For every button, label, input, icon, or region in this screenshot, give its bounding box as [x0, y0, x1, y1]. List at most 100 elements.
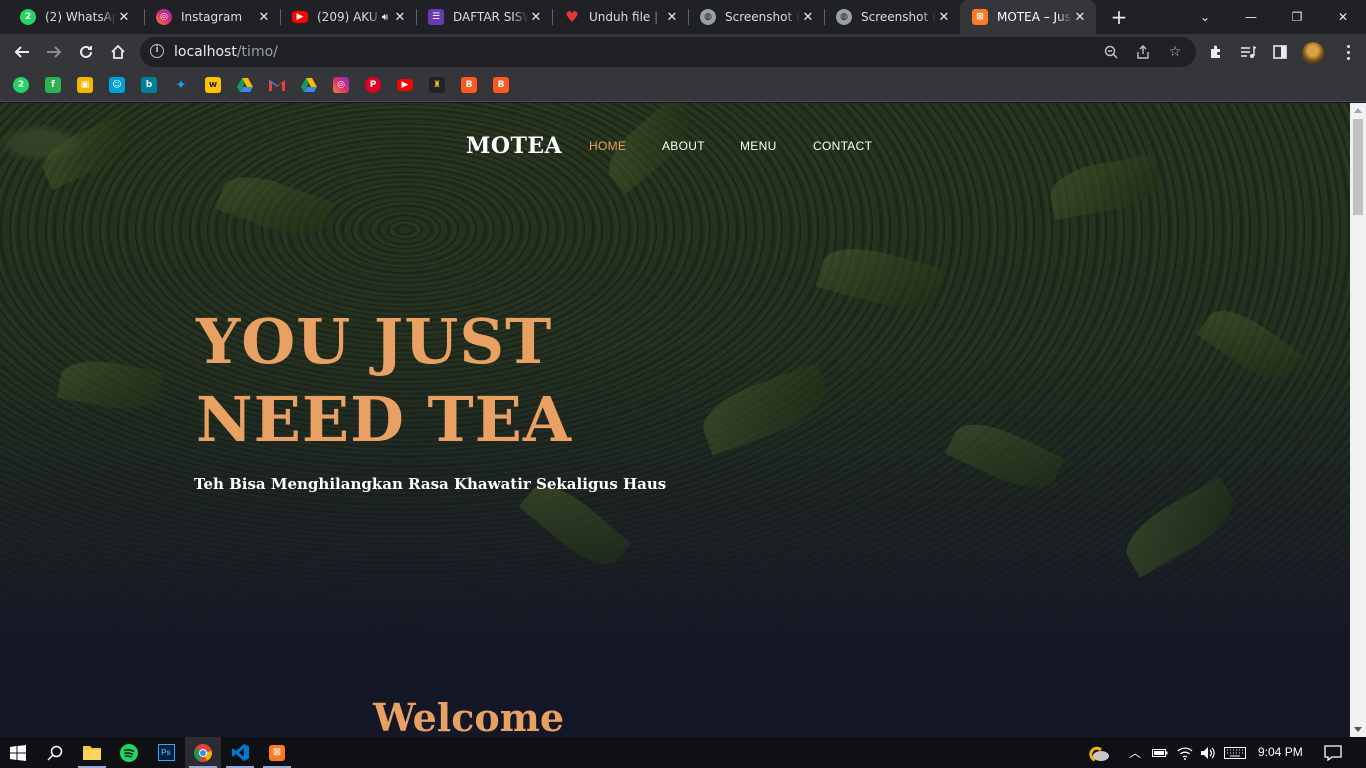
tab-screenshot-1[interactable]: ◍ Screenshot (4 ✕ — [688, 0, 824, 34]
keyboard-icon[interactable] — [1222, 737, 1248, 768]
browser-toolbar: i localhost/timo/ ☆ — [0, 34, 1366, 70]
media-control-icon[interactable] — [1238, 42, 1258, 62]
chrome-icon[interactable] — [185, 737, 221, 768]
bookmarks-bar: 2 f ▣ ☺ b ✦ w ◎ P ▶ ♜ B B — [0, 70, 1366, 102]
spotify-icon[interactable] — [111, 737, 147, 768]
bookmark-app-icon[interactable]: ♜ — [429, 77, 445, 93]
drive-icon[interactable] — [301, 77, 317, 93]
home-button[interactable] — [104, 38, 132, 66]
nav-contact[interactable]: CONTACT — [813, 139, 872, 153]
globe-icon: ◍ — [700, 9, 716, 25]
xampp-icon[interactable]: ⊠ — [259, 737, 295, 768]
reload-button[interactable] — [72, 38, 100, 66]
minimize-button[interactable]: — — [1228, 0, 1274, 34]
welcome-heading: Welcome — [373, 695, 565, 737]
tab-daftar-siswa[interactable]: ☰ DAFTAR SISW ✕ — [416, 0, 552, 34]
system-clock[interactable]: 9:04 PM — [1258, 745, 1303, 759]
site-logo[interactable]: MOTEA — [466, 133, 562, 159]
nav-home[interactable]: HOME — [589, 139, 626, 153]
youtube-icon[interactable]: ▶ — [397, 79, 413, 91]
tab-title: (209) AKU — [317, 10, 378, 24]
menu-icon[interactable] — [1338, 42, 1358, 62]
tab-strip: 2 (2) WhatsApp ✕ ◎ Instagram ✕ ▶ (209) A… — [0, 0, 1366, 34]
url-host: localhost — [174, 44, 237, 60]
hero-title-line-2: NEED TEA — [196, 383, 573, 456]
instagram-icon: ◎ — [156, 9, 172, 25]
tab-youtube[interactable]: ▶ (209) AKU 🔊︎ ✕ — [280, 0, 416, 34]
page-scrollbar[interactable] — [1350, 103, 1366, 737]
classroom-icon[interactable]: ▣ — [77, 77, 93, 93]
extensions-icon[interactable] — [1206, 42, 1226, 62]
nav-about[interactable]: ABOUT — [662, 139, 705, 153]
weather-icon[interactable] — [1086, 737, 1112, 768]
start-icon[interactable] — [0, 737, 36, 768]
tab-title: Screenshot (4 — [861, 10, 936, 24]
nav-menu[interactable]: MENU — [740, 139, 777, 153]
close-tab-icon[interactable]: ✕ — [800, 9, 816, 25]
close-tab-icon[interactable]: ✕ — [664, 9, 680, 25]
bookmark-star-icon[interactable]: ☆ — [1166, 43, 1184, 61]
scroll-up-arrow-icon[interactable] — [1354, 108, 1362, 113]
youtube-icon: ▶ — [292, 11, 308, 23]
address-bar[interactable]: i localhost/timo/ ☆ — [140, 37, 1196, 67]
wattpad-icon[interactable]: w — [205, 77, 221, 93]
tab-title: DAFTAR SISW — [453, 10, 528, 24]
forward-button[interactable] — [40, 38, 68, 66]
back-button[interactable] — [8, 38, 36, 66]
close-tab-icon[interactable]: ✕ — [528, 9, 544, 25]
tab-instagram[interactable]: ◎ Instagram ✕ — [144, 0, 280, 34]
instagram-icon[interactable]: ◎ — [333, 77, 349, 93]
xampp-icon: ⊠ — [972, 9, 988, 25]
tab-title: MOTEA – Just — [997, 10, 1072, 24]
close-tab-icon[interactable]: ✕ — [116, 9, 132, 25]
whatsapp-icon[interactable]: 2 — [13, 77, 29, 93]
close-tab-icon[interactable]: ✕ — [392, 9, 408, 25]
tab-title: Instagram — [181, 10, 243, 24]
file-explorer-icon[interactable] — [74, 737, 110, 768]
close-tab-icon[interactable]: ✕ — [256, 9, 272, 25]
volume-icon[interactable] — [1198, 737, 1218, 768]
windows-taskbar: Ps ⊠ ︿ 9:04 PM — [0, 737, 1366, 768]
tab-motea[interactable]: ⊠ MOTEA – Just ✕ — [960, 0, 1096, 34]
share-icon[interactable] — [1134, 43, 1152, 61]
gmail-icon[interactable] — [269, 77, 285, 93]
photoshop-icon[interactable]: Ps — [148, 737, 184, 768]
side-panel-icon[interactable] — [1270, 42, 1290, 62]
profile-avatar[interactable] — [1302, 42, 1324, 64]
tab-unduh-file[interactable]: ♥ Unduh file | il ✕ — [552, 0, 688, 34]
scroll-down-arrow-icon[interactable] — [1354, 727, 1362, 732]
restore-button[interactable]: ❐ — [1274, 0, 1320, 34]
search-icon[interactable] — [37, 737, 73, 768]
bilibili-icon[interactable]: ☺ — [109, 77, 125, 93]
site-info-icon[interactable]: i — [150, 44, 164, 58]
vscode-icon[interactable] — [222, 737, 258, 768]
tab-search-icon[interactable]: ⌄ — [1182, 0, 1228, 34]
blogger-icon[interactable]: B — [461, 77, 477, 93]
pinterest-icon[interactable]: P — [365, 77, 381, 93]
close-window-button[interactable]: ✕ — [1320, 0, 1366, 34]
tab-whatsapp[interactable]: 2 (2) WhatsApp ✕ — [8, 0, 140, 34]
close-tab-icon[interactable]: ✕ — [1072, 9, 1088, 25]
heart-icon: ♥ — [565, 8, 579, 26]
battery-icon[interactable] — [1150, 737, 1170, 768]
notifications-icon[interactable] — [1320, 737, 1346, 768]
feedly-icon[interactable]: f — [45, 77, 61, 93]
speaker-icon[interactable]: 🔊︎ — [382, 12, 388, 23]
globe-icon: ◍ — [836, 9, 852, 25]
blogger-icon[interactable]: B — [493, 77, 509, 93]
drive-icon[interactable] — [237, 77, 253, 93]
page-viewport: MOTEA HOME ABOUT MENU CONTACT YOU JUST N… — [0, 103, 1350, 737]
hero-title: YOU JUST NEED TEA — [196, 303, 572, 459]
url-text: localhost/timo/ — [174, 44, 278, 60]
new-tab-button[interactable]: + — [1108, 6, 1130, 28]
wifi-icon[interactable] — [1175, 737, 1195, 768]
twitter-icon[interactable]: ✦ — [173, 77, 189, 93]
scrollbar-thumb[interactable] — [1353, 119, 1363, 215]
zoom-icon[interactable] — [1102, 43, 1120, 61]
close-tab-icon[interactable]: ✕ — [936, 9, 952, 25]
url-path: /timo/ — [236, 44, 278, 60]
bing-icon[interactable]: b — [141, 77, 157, 93]
tab-screenshot-2[interactable]: ◍ Screenshot (4 ✕ — [824, 0, 960, 34]
hero-title-line-1: YOU JUST — [196, 305, 553, 378]
chevron-up-icon[interactable]: ︿ — [1126, 737, 1144, 768]
